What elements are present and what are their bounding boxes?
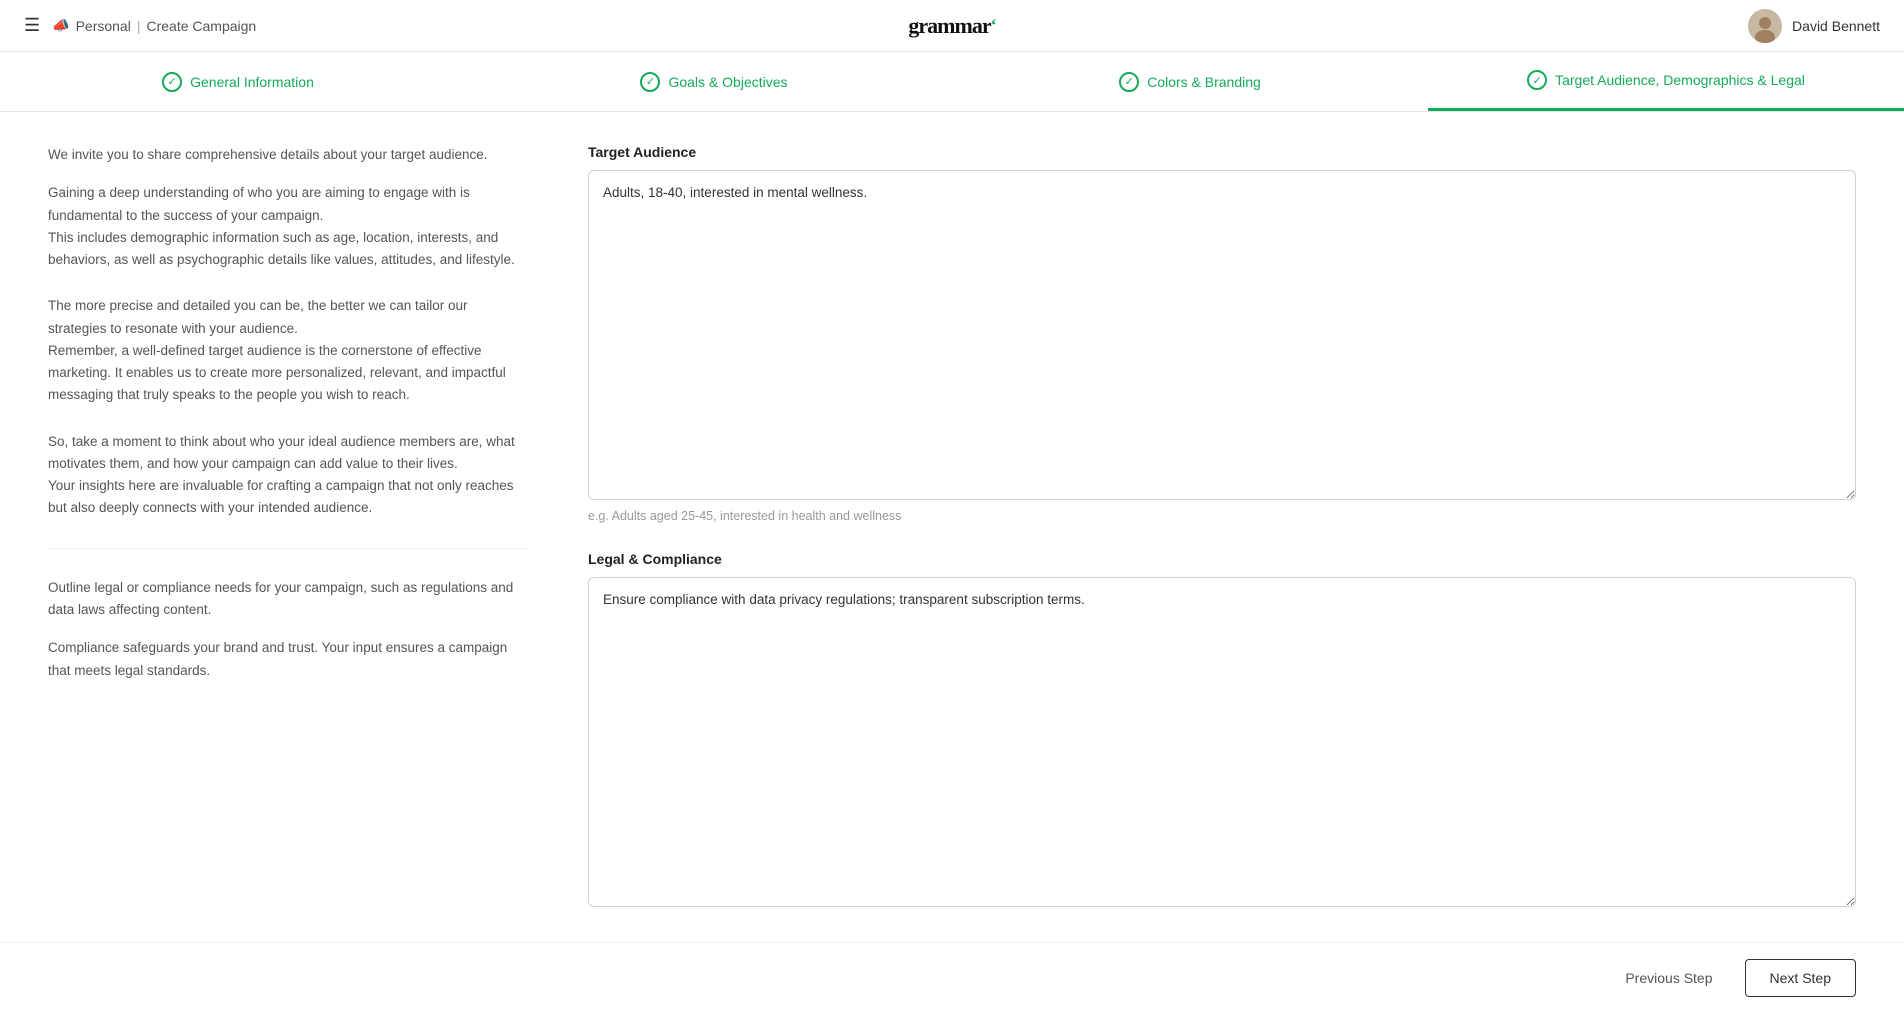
step-colors-branding[interactable]: ✓ Colors & Branding [952, 52, 1428, 111]
target-audience-p3: So, take a moment to think about who you… [48, 431, 528, 520]
legal-compliance-label: Legal & Compliance [588, 551, 1856, 567]
step-goals-objectives[interactable]: ✓ Goals & Objectives [476, 52, 952, 111]
logo-mark: ʻ [991, 15, 996, 36]
create-campaign-breadcrumb: Create Campaign [146, 18, 256, 34]
step-label-target: Target Audience, Demographics & Legal [1555, 72, 1805, 88]
right-panel: Target Audience e.g. Adults aged 25-45, … [568, 144, 1856, 910]
brand-name: Personal [76, 18, 131, 34]
step-label-general: General Information [190, 74, 314, 90]
check-icon-target: ✓ [1527, 70, 1547, 90]
target-audience-intro: We invite you to share comprehensive det… [48, 144, 528, 166]
previous-step-button[interactable]: Previous Step [1609, 960, 1728, 996]
header-right: David Bennett [1748, 9, 1880, 43]
megaphone-icon: 📣 [52, 17, 69, 34]
section-divider [48, 548, 528, 549]
steps-nav: ✓ General Information ✓ Goals & Objectiv… [0, 52, 1904, 112]
target-audience-p2: The more precise and detailed you can be… [48, 295, 528, 406]
target-audience-p1: Gaining a deep understanding of who you … [48, 182, 528, 271]
header-left: ☰ 📣 Personal | Create Campaign [24, 15, 256, 36]
target-audience-textarea[interactable] [588, 170, 1856, 500]
step-label-goals: Goals & Objectives [668, 74, 787, 90]
legal-compliance-textarea[interactable] [588, 577, 1856, 907]
check-icon-goals: ✓ [640, 72, 660, 92]
step-label-colors: Colors & Branding [1147, 74, 1261, 90]
legal-intro: Outline legal or compliance needs for yo… [48, 577, 528, 622]
check-icon-general: ✓ [162, 72, 182, 92]
main-content: We invite you to share comprehensive det… [0, 112, 1904, 942]
step-target-audience[interactable]: ✓ Target Audience, Demographics & Legal [1428, 52, 1904, 111]
logo-text: grammar [908, 13, 990, 39]
user-name: David Bennett [1792, 18, 1880, 34]
next-step-button[interactable]: Next Step [1745, 959, 1856, 997]
legal-p1: Compliance safeguards your brand and tru… [48, 637, 528, 682]
target-audience-hint: e.g. Adults aged 25-45, interested in he… [588, 509, 1856, 523]
left-panel: We invite you to share comprehensive det… [48, 144, 568, 910]
step-general-info[interactable]: ✓ General Information [0, 52, 476, 111]
avatar [1748, 9, 1782, 43]
brand-separator: | [137, 18, 141, 34]
brand-area: 📣 Personal | Create Campaign [52, 17, 256, 34]
header: ☰ 📣 Personal | Create Campaign grammarʻ … [0, 0, 1904, 52]
target-audience-label: Target Audience [588, 144, 1856, 160]
footer: Previous Step Next Step [0, 942, 1904, 1013]
logo: grammarʻ [908, 13, 995, 39]
hamburger-icon[interactable]: ☰ [24, 15, 40, 36]
check-icon-colors: ✓ [1119, 72, 1139, 92]
